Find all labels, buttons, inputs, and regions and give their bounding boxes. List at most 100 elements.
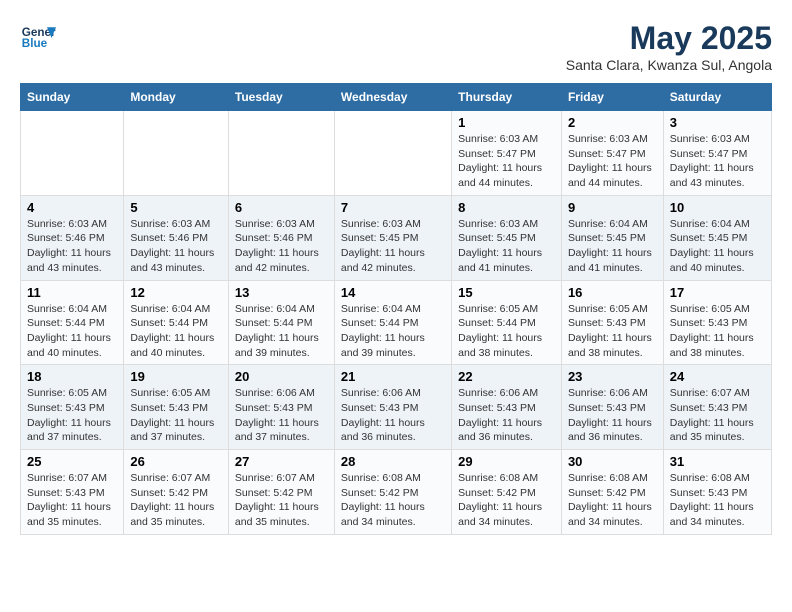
calendar-cell: 20 Sunrise: 6:06 AMSunset: 5:43 PMDayligh…: [228, 365, 334, 450]
day-number: 4: [27, 200, 117, 215]
day-number: 23: [568, 369, 657, 384]
day-number: 12: [130, 285, 222, 300]
page-title: May 2025: [566, 20, 772, 57]
calendar-cell: 12 Sunrise: 6:04 AMSunset: 5:44 PMDayligh…: [124, 280, 229, 365]
calendar-cell: [228, 111, 334, 196]
day-number: 9: [568, 200, 657, 215]
calendar-cell: 16 Sunrise: 6:05 AMSunset: 5:43 PMDayligh…: [561, 280, 663, 365]
day-info: Sunrise: 6:08 AMSunset: 5:42 PMDaylight:…: [458, 471, 555, 530]
day-info: Sunrise: 6:03 AMSunset: 5:45 PMDaylight:…: [458, 217, 555, 276]
day-number: 25: [27, 454, 117, 469]
header-thursday: Thursday: [452, 84, 562, 111]
day-info: Sunrise: 6:05 AMSunset: 5:43 PMDaylight:…: [27, 386, 117, 445]
day-info: Sunrise: 6:04 AMSunset: 5:45 PMDaylight:…: [670, 217, 765, 276]
calendar-cell: 28 Sunrise: 6:08 AMSunset: 5:42 PMDayligh…: [334, 450, 451, 535]
header-monday: Monday: [124, 84, 229, 111]
day-info: Sunrise: 6:07 AMSunset: 5:42 PMDaylight:…: [235, 471, 328, 530]
day-number: 24: [670, 369, 765, 384]
logo-icon: General Blue: [20, 20, 56, 56]
calendar-cell: 29 Sunrise: 6:08 AMSunset: 5:42 PMDayligh…: [452, 450, 562, 535]
day-info: Sunrise: 6:03 AMSunset: 5:46 PMDaylight:…: [27, 217, 117, 276]
day-info: Sunrise: 6:08 AMSunset: 5:42 PMDaylight:…: [341, 471, 445, 530]
day-info: Sunrise: 6:07 AMSunset: 5:42 PMDaylight:…: [130, 471, 222, 530]
day-number: 29: [458, 454, 555, 469]
calendar-cell: 19 Sunrise: 6:05 AMSunset: 5:43 PMDayligh…: [124, 365, 229, 450]
day-info: Sunrise: 6:05 AMSunset: 5:44 PMDaylight:…: [458, 302, 555, 361]
day-number: 3: [670, 115, 765, 130]
day-number: 20: [235, 369, 328, 384]
day-info: Sunrise: 6:08 AMSunset: 5:43 PMDaylight:…: [670, 471, 765, 530]
calendar-cell: 24 Sunrise: 6:07 AMSunset: 5:43 PMDayligh…: [663, 365, 771, 450]
calendar-cell: [334, 111, 451, 196]
day-number: 16: [568, 285, 657, 300]
calendar-cell: 26 Sunrise: 6:07 AMSunset: 5:42 PMDayligh…: [124, 450, 229, 535]
day-number: 6: [235, 200, 328, 215]
calendar-week-row: 18 Sunrise: 6:05 AMSunset: 5:43 PMDayligh…: [21, 365, 772, 450]
calendar-cell: 18 Sunrise: 6:05 AMSunset: 5:43 PMDayligh…: [21, 365, 124, 450]
calendar-week-row: 25 Sunrise: 6:07 AMSunset: 5:43 PMDayligh…: [21, 450, 772, 535]
calendar-cell: 15 Sunrise: 6:05 AMSunset: 5:44 PMDayligh…: [452, 280, 562, 365]
calendar-cell: 6 Sunrise: 6:03 AMSunset: 5:46 PMDaylight…: [228, 195, 334, 280]
day-info: Sunrise: 6:03 AMSunset: 5:46 PMDaylight:…: [235, 217, 328, 276]
svg-text:Blue: Blue: [22, 37, 48, 50]
day-info: Sunrise: 6:03 AMSunset: 5:45 PMDaylight:…: [341, 217, 445, 276]
day-number: 28: [341, 454, 445, 469]
header-saturday: Saturday: [663, 84, 771, 111]
day-number: 27: [235, 454, 328, 469]
calendar-week-row: 4 Sunrise: 6:03 AMSunset: 5:46 PMDaylight…: [21, 195, 772, 280]
calendar-week-row: 1 Sunrise: 6:03 AMSunset: 5:47 PMDaylight…: [21, 111, 772, 196]
day-number: 19: [130, 369, 222, 384]
calendar-cell: 3Sunrise: 6:03 AMSunset: 5:47 PMDaylight…: [663, 111, 771, 196]
day-number: 13: [235, 285, 328, 300]
day-number: 30: [568, 454, 657, 469]
day-number: 14: [341, 285, 445, 300]
day-number: 26: [130, 454, 222, 469]
calendar-cell: [124, 111, 229, 196]
day-info: Sunrise: 6:06 AMSunset: 5:43 PMDaylight:…: [458, 386, 555, 445]
calendar-cell: 9Sunrise: 6:04 AMSunset: 5:45 PMDaylight…: [561, 195, 663, 280]
day-number: 17: [670, 285, 765, 300]
day-info: Sunrise: 6:04 AMSunset: 5:44 PMDaylight:…: [341, 302, 445, 361]
day-number: 5: [130, 200, 222, 215]
calendar-cell: [21, 111, 124, 196]
day-number: 7: [341, 200, 445, 215]
day-info: Sunrise: 6:06 AMSunset: 5:43 PMDaylight:…: [568, 386, 657, 445]
header-sunday: Sunday: [21, 84, 124, 111]
calendar-cell: 11 Sunrise: 6:04 AMSunset: 5:44 PMDayligh…: [21, 280, 124, 365]
day-info: Sunrise: 6:06 AMSunset: 5:43 PMDaylight:…: [235, 386, 328, 445]
day-info: Sunrise: 6:03 AMSunset: 5:47 PMDaylight:…: [458, 132, 555, 191]
day-info: Sunrise: 6:03 AMSunset: 5:46 PMDaylight:…: [130, 217, 222, 276]
day-number: 10: [670, 200, 765, 215]
calendar-cell: 30Sunrise: 6:08 AMSunset: 5:42 PMDayligh…: [561, 450, 663, 535]
day-info: Sunrise: 6:07 AMSunset: 5:43 PMDaylight:…: [670, 386, 765, 445]
day-info: Sunrise: 6:05 AMSunset: 5:43 PMDaylight:…: [130, 386, 222, 445]
day-info: Sunrise: 6:04 AMSunset: 5:44 PMDaylight:…: [130, 302, 222, 361]
day-info: Sunrise: 6:05 AMSunset: 5:43 PMDaylight:…: [568, 302, 657, 361]
calendar-cell: 25 Sunrise: 6:07 AMSunset: 5:43 PMDayligh…: [21, 450, 124, 535]
day-info: Sunrise: 6:07 AMSunset: 5:43 PMDaylight:…: [27, 471, 117, 530]
header-tuesday: Tuesday: [228, 84, 334, 111]
calendar-cell: 8Sunrise: 6:03 AMSunset: 5:45 PMDaylight…: [452, 195, 562, 280]
calendar-cell: 1 Sunrise: 6:03 AMSunset: 5:47 PMDaylight…: [452, 111, 562, 196]
calendar-cell: 4 Sunrise: 6:03 AMSunset: 5:46 PMDaylight…: [21, 195, 124, 280]
calendar-cell: 7 Sunrise: 6:03 AMSunset: 5:45 PMDaylight…: [334, 195, 451, 280]
calendar-cell: 22Sunrise: 6:06 AMSunset: 5:43 PMDayligh…: [452, 365, 562, 450]
calendar-cell: 5 Sunrise: 6:03 AMSunset: 5:46 PMDaylight…: [124, 195, 229, 280]
day-number: 15: [458, 285, 555, 300]
day-info: Sunrise: 6:06 AMSunset: 5:43 PMDaylight:…: [341, 386, 445, 445]
day-info: Sunrise: 6:04 AMSunset: 5:44 PMDaylight:…: [27, 302, 117, 361]
header: General Blue May 2025 Santa Clara, Kwanz…: [20, 20, 772, 73]
calendar-cell: 27 Sunrise: 6:07 AMSunset: 5:42 PMDayligh…: [228, 450, 334, 535]
calendar-table: SundayMondayTuesdayWednesdayThursdayFrid…: [20, 83, 772, 535]
header-friday: Friday: [561, 84, 663, 111]
day-info: Sunrise: 6:03 AMSunset: 5:47 PMDaylight:…: [568, 132, 657, 191]
day-number: 11: [27, 285, 117, 300]
header-wednesday: Wednesday: [334, 84, 451, 111]
calendar-cell: 17Sunrise: 6:05 AMSunset: 5:43 PMDayligh…: [663, 280, 771, 365]
day-number: 1: [458, 115, 555, 130]
day-number: 18: [27, 369, 117, 384]
title-area: May 2025 Santa Clara, Kwanza Sul, Angola: [566, 20, 772, 73]
calendar-header-row: SundayMondayTuesdayWednesdayThursdayFrid…: [21, 84, 772, 111]
day-number: 21: [341, 369, 445, 384]
page-subtitle: Santa Clara, Kwanza Sul, Angola: [566, 57, 772, 73]
